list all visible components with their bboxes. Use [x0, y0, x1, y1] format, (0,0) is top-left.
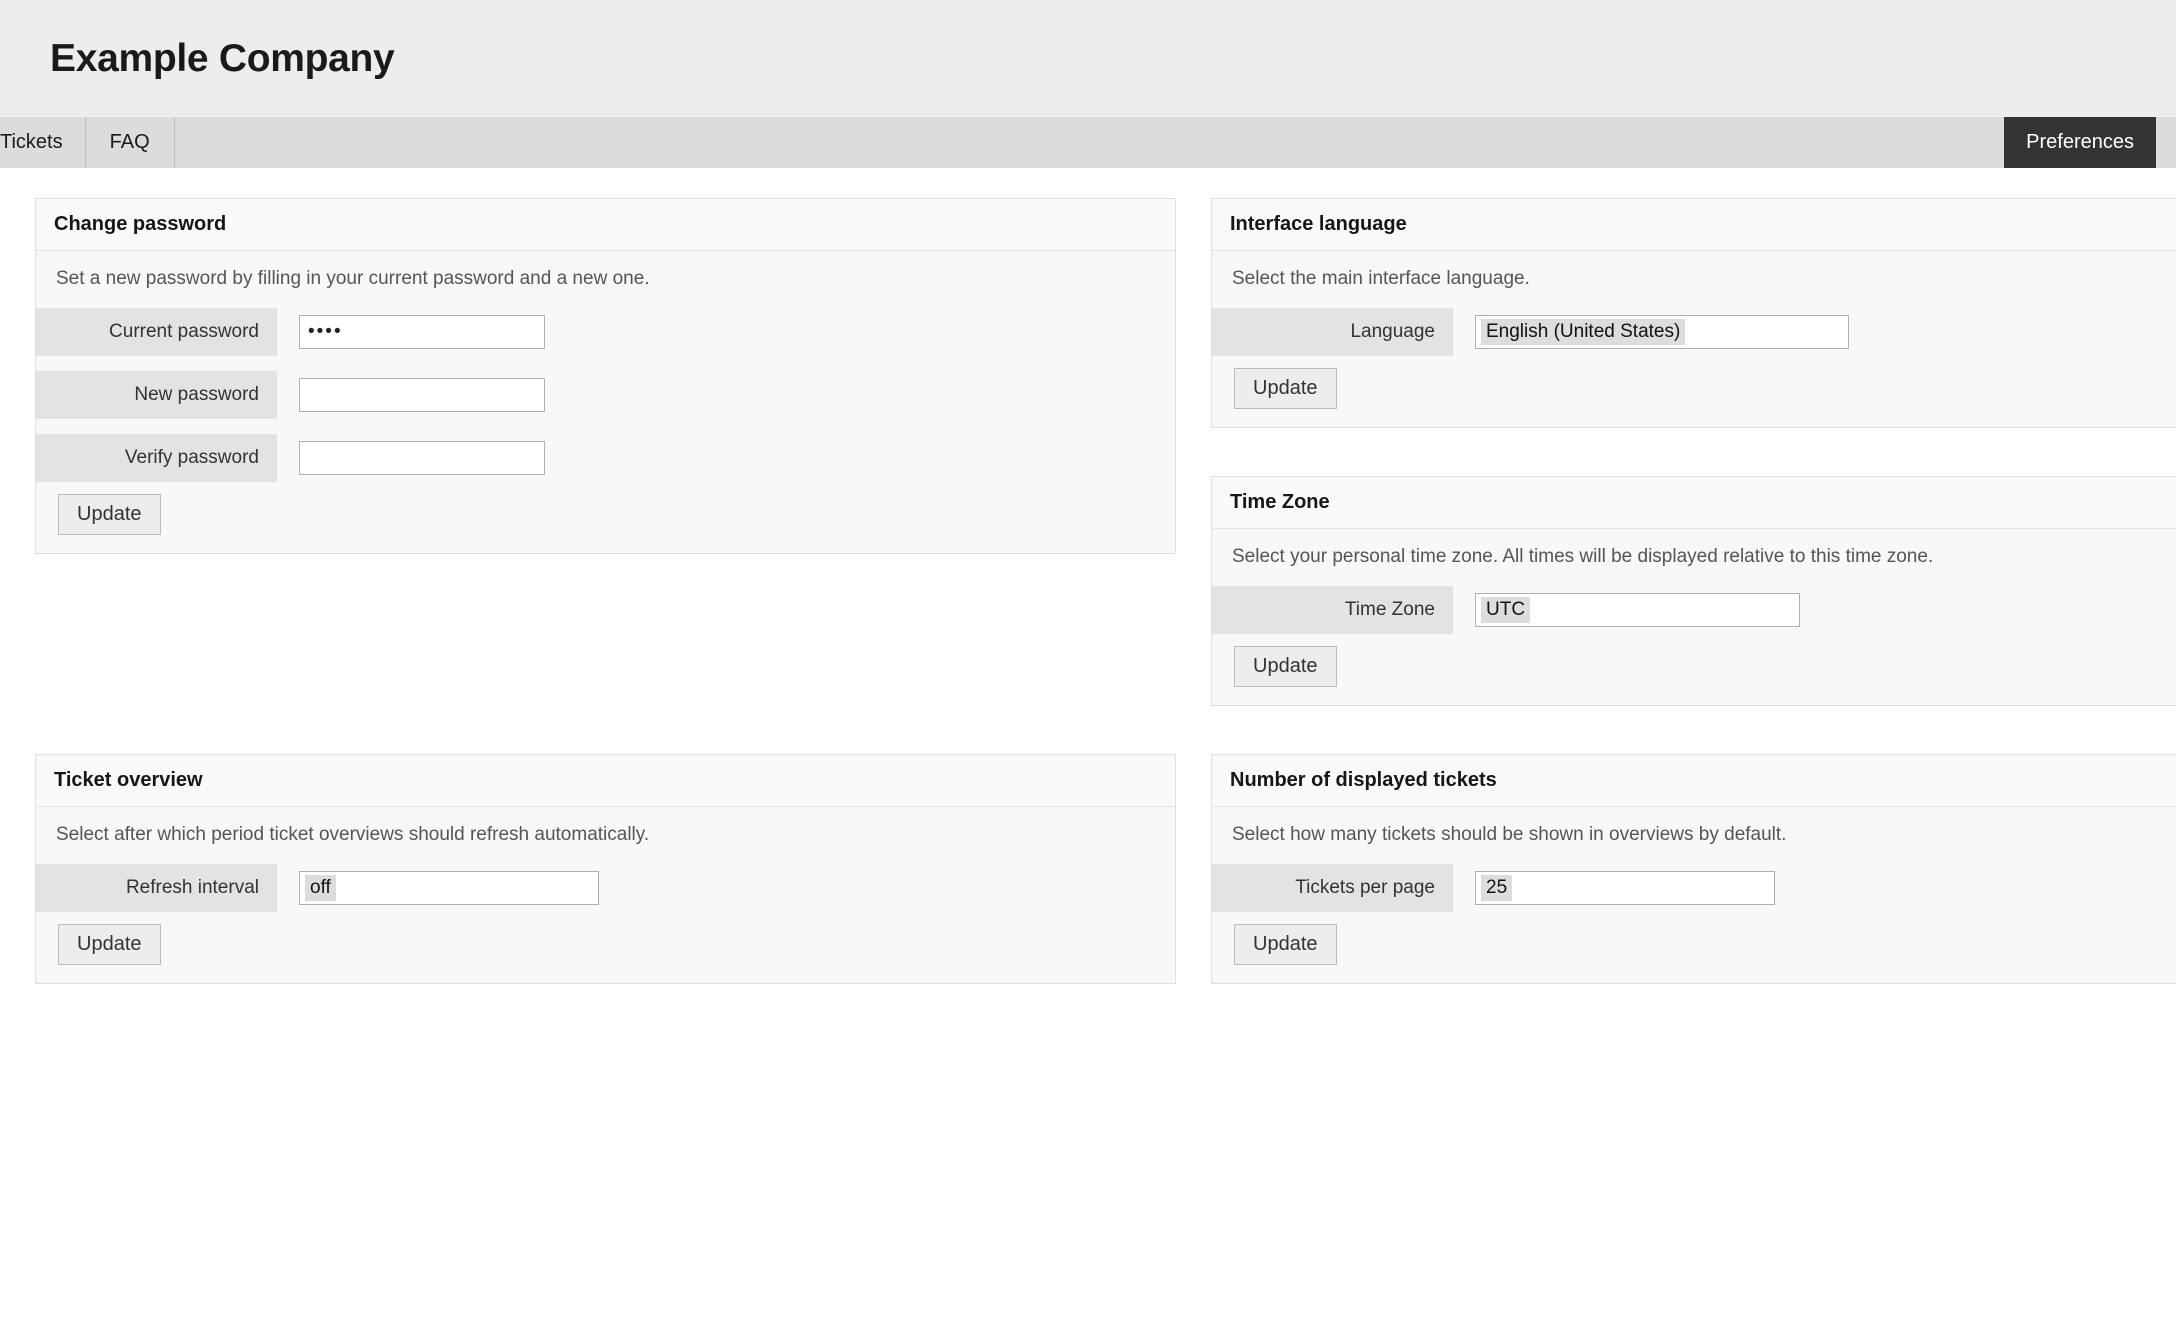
tickets-per-page-selected-value: 25 — [1481, 875, 1512, 901]
nav-item-faq[interactable]: FAQ — [86, 117, 175, 168]
label-refresh-interval: Refresh interval — [36, 864, 277, 912]
form-row-current-password: Current password — [36, 308, 1175, 356]
label-time-zone: Time Zone — [1212, 586, 1453, 634]
widget-desc-ticket-overview: Select after which period ticket overvie… — [36, 807, 1175, 864]
form-row-refresh-interval: Refresh interval off — [36, 864, 1175, 912]
widget-body-ticket-overview: Select after which period ticket overvie… — [36, 807, 1175, 983]
button-row-ticket-overview: Update — [36, 912, 1175, 983]
widget-header-ticket-overview: Ticket overview — [36, 755, 1175, 807]
form-row-language: Language English (United States) — [1212, 308, 2176, 356]
button-row-displayed-tickets: Update — [1212, 912, 2176, 983]
widget-header-time-zone: Time Zone — [1212, 477, 2176, 529]
time-zone-select[interactable]: UTC — [1475, 593, 1800, 627]
widget-body-displayed-tickets: Select how many tickets should be shown … — [1212, 807, 2176, 983]
widget-desc-displayed-tickets: Select how many tickets should be shown … — [1212, 807, 2176, 864]
field-tickets-per-page: 25 — [1453, 864, 2176, 912]
widget-time-zone: Time Zone Select your personal time zone… — [1211, 476, 2176, 706]
widget-desc-change-password: Set a new password by filling in your cu… — [36, 251, 1175, 308]
widget-title-interface-language: Interface language — [1230, 213, 1407, 235]
widget-ticket-overview: Ticket overview Select after which perio… — [35, 754, 1176, 984]
widget-desc-time-zone: Select your personal time zone. All time… — [1212, 529, 2176, 586]
widget-body-change-password: Set a new password by filling in your cu… — [36, 251, 1175, 553]
label-verify-password: Verify password — [36, 434, 277, 482]
current-password-input[interactable] — [299, 315, 545, 349]
field-new-password — [277, 371, 1175, 419]
nav-tail — [2156, 117, 2176, 168]
nav-item-tickets[interactable]: Tickets — [0, 117, 86, 168]
widget-header-displayed-tickets: Number of displayed tickets — [1212, 755, 2176, 807]
label-language: Language — [1212, 308, 1453, 356]
nav-item-preferences[interactable]: Preferences — [2004, 117, 2156, 168]
form-row-tickets-per-page: Tickets per page 25 — [1212, 864, 2176, 912]
language-selected-value: English (United States) — [1481, 319, 1685, 345]
button-row-interface-language: Update — [1212, 356, 2176, 427]
button-row-change-password: Update — [36, 482, 1175, 553]
preferences-content: Change password Set a new password by fi… — [0, 168, 2176, 198]
field-current-password — [277, 308, 1175, 356]
refresh-interval-select[interactable]: off — [299, 871, 599, 905]
left-column-spacer — [35, 602, 1176, 754]
form-row-new-password: New password — [36, 371, 1175, 419]
left-column: Change password Set a new password by fi… — [35, 198, 1176, 1032]
update-button-interface-language[interactable]: Update — [1234, 368, 1337, 409]
widget-title-displayed-tickets: Number of displayed tickets — [1230, 769, 1497, 791]
field-verify-password — [277, 434, 1175, 482]
label-new-password: New password — [36, 371, 277, 419]
update-button-ticket-overview[interactable]: Update — [58, 924, 161, 965]
field-time-zone: UTC — [1453, 586, 2176, 634]
label-current-password: Current password — [36, 308, 277, 356]
widget-title-ticket-overview: Ticket overview — [54, 769, 203, 791]
widget-title-time-zone: Time Zone — [1230, 491, 1330, 513]
form-row-verify-password: Verify password — [36, 434, 1175, 482]
widget-header-interface-language: Interface language — [1212, 199, 2176, 251]
company-title: Example Company — [50, 37, 394, 81]
nav-item-tickets-label: Tickets — [0, 131, 63, 154]
new-password-input[interactable] — [299, 378, 545, 412]
language-select[interactable]: English (United States) — [1475, 315, 1849, 349]
refresh-interval-selected-value: off — [305, 875, 336, 901]
widget-interface-language: Interface language Select the main inter… — [1211, 198, 2176, 428]
widget-body-interface-language: Select the main interface language. Lang… — [1212, 251, 2176, 427]
form-row-time-zone: Time Zone UTC — [1212, 586, 2176, 634]
label-tickets-per-page: Tickets per page — [1212, 864, 1453, 912]
button-row-time-zone: Update — [1212, 634, 2176, 705]
widget-header-change-password: Change password — [36, 199, 1175, 251]
widget-displayed-tickets: Number of displayed tickets Select how m… — [1211, 754, 2176, 984]
widget-change-password: Change password Set a new password by fi… — [35, 198, 1176, 554]
verify-password-input[interactable] — [299, 441, 545, 475]
update-button-displayed-tickets[interactable]: Update — [1234, 924, 1337, 965]
update-button-change-password[interactable]: Update — [58, 494, 161, 535]
field-language: English (United States) — [1453, 308, 2176, 356]
widget-body-time-zone: Select your personal time zone. All time… — [1212, 529, 2176, 705]
nav-item-faq-label: FAQ — [110, 131, 150, 154]
update-button-time-zone[interactable]: Update — [1234, 646, 1337, 687]
row-gap — [36, 419, 1175, 434]
row-gap — [36, 356, 1175, 371]
field-refresh-interval: off — [277, 864, 1175, 912]
page-header: Example Company — [0, 0, 2176, 117]
tickets-per-page-select[interactable]: 25 — [1475, 871, 1775, 905]
time-zone-selected-value: UTC — [1481, 597, 1530, 623]
right-column: Interface language Select the main inter… — [1211, 198, 2176, 1032]
nav-item-preferences-label: Preferences — [2026, 131, 2134, 154]
widget-desc-interface-language: Select the main interface language. — [1212, 251, 2176, 308]
widget-title-change-password: Change password — [54, 213, 226, 235]
main-navigation: Tickets FAQ Preferences — [0, 117, 2176, 168]
nav-spacer — [175, 117, 2005, 168]
